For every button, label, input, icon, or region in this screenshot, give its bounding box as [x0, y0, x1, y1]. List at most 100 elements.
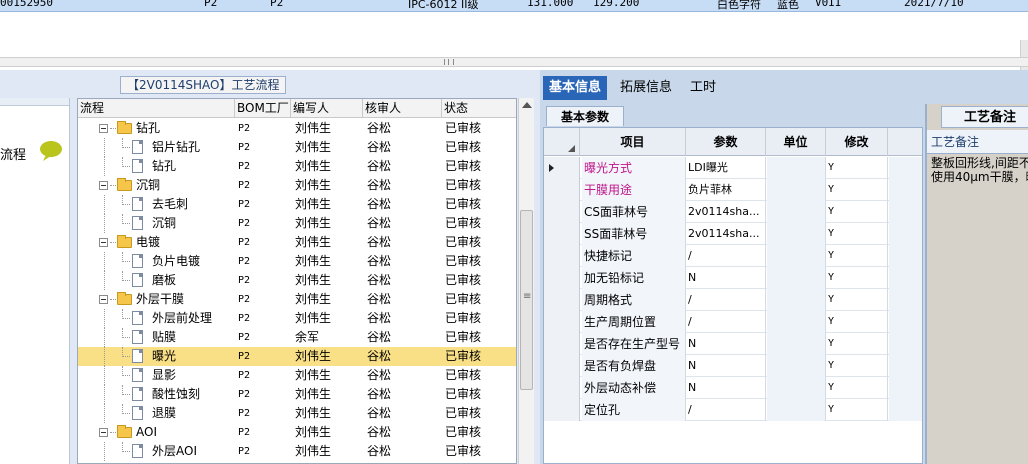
tree-row[interactable]: 钻孔 P2 刘伟生 谷松 已审核	[78, 157, 516, 176]
param-value[interactable]: 2v0114sha...	[687, 201, 766, 223]
scroll-up-icon[interactable]	[522, 102, 532, 108]
tree-row[interactable]: 外层AOI P2 刘伟生 谷松 已审核	[78, 442, 516, 461]
param-modify[interactable]: Y	[827, 245, 888, 267]
param-value[interactable]: 负片菲林	[687, 179, 766, 201]
tree-row[interactable]: 沉铜 P2 刘伟生 谷松 已审核	[78, 214, 516, 233]
param-value[interactable]: /	[687, 311, 766, 333]
param-modify[interactable]: Y	[827, 267, 888, 289]
col-header-flow[interactable]: 流程	[78, 99, 235, 118]
tree-row-selected[interactable]: 曝光 P2 刘伟生 谷松 已审核	[78, 347, 516, 366]
subtab-basic-params[interactable]: 基本参数	[546, 106, 625, 126]
grid-row[interactable]: 外层动态补偿 N Y	[544, 377, 922, 399]
splitter[interactable]	[0, 57, 1028, 67]
col-header-bom[interactable]: BOM工厂	[235, 99, 291, 118]
tree-row[interactable]: 磨板 P2 刘伟生 谷松 已审核	[78, 271, 516, 290]
tree-row[interactable]: 退膜 P2 刘伟生 谷松 已审核	[78, 404, 516, 423]
param-unit[interactable]	[767, 223, 826, 245]
tree-row[interactable]: 贴膜 P2 余军 谷松 已审核	[78, 328, 516, 347]
param-unit[interactable]	[767, 355, 826, 377]
tree-row[interactable]: 显影 P2 刘伟生 谷松 已审核	[78, 366, 516, 385]
param-value[interactable]: N	[687, 377, 766, 399]
param-unit[interactable]	[767, 311, 826, 333]
notes-textarea[interactable]: 整板回形线,间距不 使用40μm干膜，曝	[931, 156, 1028, 184]
param-value[interactable]: LDI曝光	[687, 157, 766, 179]
col-header-reviewer[interactable]: 核审人	[363, 99, 442, 118]
row-header[interactable]	[544, 355, 580, 377]
col-header-writer[interactable]: 编写人	[291, 99, 363, 118]
col-header-param[interactable]: 参数	[686, 128, 766, 156]
grid-row[interactable]: 周期格式 / Y	[544, 289, 922, 311]
grid-row[interactable]: 曝光方式 LDI曝光 Y	[544, 157, 922, 179]
param-value[interactable]: /	[687, 289, 766, 311]
grid-row[interactable]: 干膜用途 负片菲林 Y	[544, 179, 922, 201]
row-header[interactable]	[544, 333, 580, 355]
top-record-row[interactable]: 00152950 P2 P2 IPC-6012 II级 131.000 129.…	[0, 0, 1028, 12]
param-unit[interactable]	[767, 289, 826, 311]
param-modify[interactable]: Y	[827, 377, 888, 399]
tab-basic-info[interactable]: 基本信息	[543, 76, 608, 100]
grid-row[interactable]: 生产周期位置 / Y	[544, 311, 922, 333]
param-modify[interactable]: Y	[827, 355, 888, 377]
scroll-thumb[interactable]	[520, 210, 533, 390]
splitter-grip-icon[interactable]	[444, 59, 454, 65]
param-unit[interactable]	[767, 179, 826, 201]
tree-row[interactable]: 钻孔 P2 刘伟生 谷松 已审核	[78, 119, 516, 138]
row-header[interactable]	[544, 245, 580, 267]
param-value[interactable]: N	[687, 267, 766, 289]
row-header[interactable]	[544, 157, 580, 179]
grid-row[interactable]: 加无铅标记 N Y	[544, 267, 922, 289]
param-value[interactable]: N	[687, 355, 766, 377]
tab-extended-info[interactable]: 拓展信息	[614, 76, 678, 100]
param-value[interactable]: N	[687, 333, 766, 355]
param-modify[interactable]: Y	[827, 311, 888, 333]
tree-row[interactable]: 沉铜 P2 刘伟生 谷松 已审核	[78, 176, 516, 195]
row-header[interactable]	[544, 377, 580, 399]
col-header-item[interactable]: 项目	[580, 128, 686, 156]
collapse-toggle-icon[interactable]	[99, 295, 108, 304]
param-modify[interactable]: Y	[827, 289, 888, 311]
param-unit[interactable]	[767, 157, 826, 179]
tree-row[interactable]: 铝片钻孔 P2 刘伟生 谷松 已审核	[78, 138, 516, 157]
collapse-toggle-icon[interactable]	[99, 181, 108, 190]
tree-row[interactable]: 去毛刺 P2 刘伟生 谷松 已审核	[78, 195, 516, 214]
grid-row[interactable]: 是否存在生产型号 N Y	[544, 333, 922, 355]
param-modify[interactable]: Y	[827, 157, 888, 179]
param-modify[interactable]: Y	[827, 223, 888, 245]
tree-row[interactable]: AOI P2 刘伟生 谷松 已审核	[78, 423, 516, 442]
tree-row[interactable]: 外层前处理 P2 刘伟生 谷松 已审核	[78, 309, 516, 328]
row-header[interactable]	[544, 399, 580, 421]
param-modify[interactable]: Y	[827, 201, 888, 223]
tree-scrollbar[interactable]	[518, 98, 534, 464]
grid-row[interactable]: 定位孔 / Y	[544, 399, 922, 421]
tree-row[interactable]: 负片电镀 P2 刘伟生 谷松 已审核	[78, 252, 516, 271]
param-unit[interactable]	[767, 333, 826, 355]
col-header-status[interactable]: 状态	[442, 99, 516, 118]
row-header[interactable]	[544, 267, 580, 289]
grid-row[interactable]: 快捷标记 / Y	[544, 245, 922, 267]
param-modify[interactable]: Y	[827, 179, 888, 201]
col-header-modify[interactable]: 修改	[826, 128, 888, 156]
collapse-toggle-icon[interactable]	[99, 124, 108, 133]
col-header-unit[interactable]: 单位	[766, 128, 826, 156]
tab-work-hours[interactable]: 工时	[684, 76, 722, 100]
row-header[interactable]	[544, 289, 580, 311]
grid-corner-icon[interactable]	[544, 128, 580, 156]
param-unit[interactable]	[767, 201, 826, 223]
grid-row[interactable]: CS面菲林号 2v0114sha... Y	[544, 201, 922, 223]
collapse-toggle-icon[interactable]	[99, 428, 108, 437]
param-modify[interactable]: Y	[827, 399, 888, 421]
param-unit[interactable]	[767, 245, 826, 267]
grid-row[interactable]: 是否有负焊盘 N Y	[544, 355, 922, 377]
param-value[interactable]: /	[687, 399, 766, 421]
param-unit[interactable]	[767, 399, 826, 421]
tree-row[interactable]: 酸性蚀刻 P2 刘伟生 谷松 已审核	[78, 385, 516, 404]
comment-icon[interactable]	[38, 140, 64, 162]
row-header[interactable]	[544, 223, 580, 245]
row-header[interactable]	[544, 201, 580, 223]
collapse-toggle-icon[interactable]	[99, 238, 108, 247]
param-unit[interactable]	[767, 377, 826, 399]
param-value[interactable]: 2v0114sha...	[687, 223, 766, 245]
row-header[interactable]	[544, 311, 580, 333]
tree-row[interactable]: 外层干膜 P2 刘伟生 谷松 已审核	[78, 290, 516, 309]
param-unit[interactable]	[767, 267, 826, 289]
